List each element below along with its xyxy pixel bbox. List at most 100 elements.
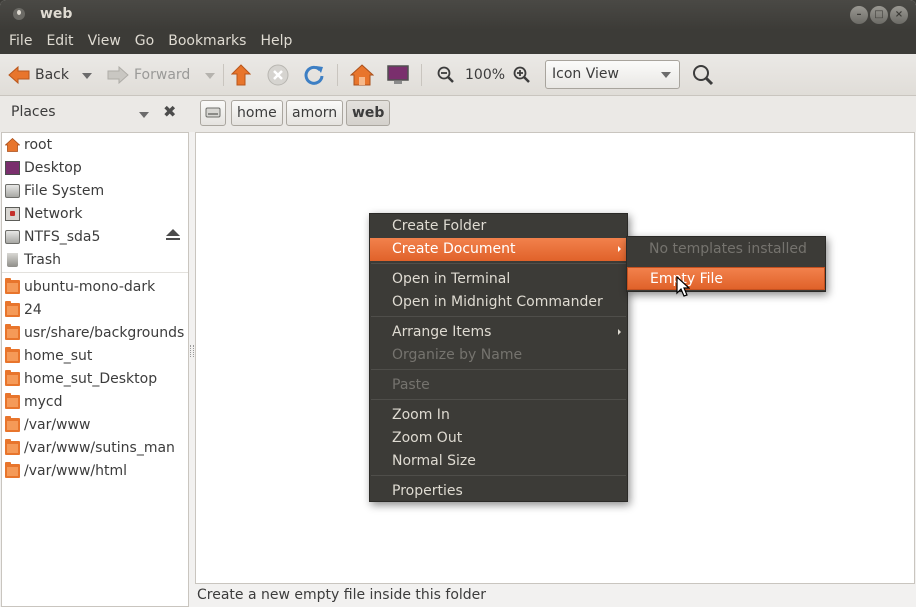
reload-button[interactable]: [303, 54, 325, 96]
sidebar-item-bookmark[interactable]: home_sut: [2, 345, 188, 368]
maximize-icon[interactable]: □: [870, 6, 888, 24]
sidebar-item-label: NTFS_sda5: [24, 229, 101, 245]
menu-separator: [371, 475, 626, 476]
sidebar-item-bookmark[interactable]: mycd: [2, 391, 188, 414]
sidebar-item-bookmark[interactable]: /var/www/sutins_man: [2, 437, 188, 460]
stop-button[interactable]: [267, 54, 289, 96]
sidebar-item-label: Trash: [24, 252, 61, 268]
sidebar-title[interactable]: Places: [11, 104, 56, 120]
close-sidebar-icon[interactable]: ✖: [163, 102, 176, 121]
submenu-item-empty-file[interactable]: Empty File: [627, 267, 825, 290]
close-icon[interactable]: ×: [890, 6, 908, 24]
menu-item-create-folder[interactable]: Create Folder: [370, 215, 627, 238]
menu-help[interactable]: Help: [253, 30, 299, 54]
folder-icon: [5, 278, 20, 294]
sidebar-item-label: Network: [24, 206, 83, 222]
menu-go[interactable]: Go: [128, 30, 161, 54]
drive-icon: [5, 184, 20, 198]
back-button[interactable]: Back: [8, 54, 69, 96]
menu-item-normal-size[interactable]: Normal Size: [370, 450, 627, 473]
menu-item-create-document[interactable]: Create Document: [370, 238, 627, 261]
menu-item-zoom-in[interactable]: Zoom In: [370, 404, 627, 427]
submenu-arrow-icon: [618, 329, 621, 335]
menu-file[interactable]: File: [2, 30, 39, 54]
menu-item-label: Create Document: [392, 241, 516, 257]
sidebar-item-trash[interactable]: Trash: [2, 249, 188, 272]
menu-item-open-midnight-commander[interactable]: Open in Midnight Commander: [370, 291, 627, 314]
home-folder-icon: [5, 138, 20, 152]
sidebar-item-root[interactable]: root: [2, 134, 188, 157]
window-controls: – □ ×: [850, 6, 908, 24]
menu-item-properties[interactable]: Properties: [370, 480, 627, 503]
up-arrow-icon: [231, 64, 251, 86]
menu-edit[interactable]: Edit: [39, 30, 80, 54]
sidebar-item-label: /var/www/html: [24, 463, 128, 479]
zoom-in-icon: [513, 66, 530, 83]
sidebar-item-network[interactable]: Network: [2, 203, 188, 226]
zoom-in-button[interactable]: [513, 54, 531, 96]
menu-item-paste[interactable]: Paste: [370, 374, 627, 397]
breadcrumb-root-drive[interactable]: [200, 100, 226, 126]
sidebar-item-bookmark[interactable]: home_sut_Desktop: [2, 368, 188, 391]
back-history-dropdown[interactable]: [82, 73, 92, 79]
menu-bookmarks[interactable]: Bookmarks: [161, 30, 253, 54]
reload-icon: [304, 65, 324, 85]
sidebar-item-label: home_sut_Desktop: [24, 371, 158, 387]
network-icon: [5, 207, 20, 221]
sidebar-item-label: Desktop: [24, 160, 82, 176]
chevron-down-icon: [661, 72, 671, 78]
location-bar: Places: [0, 96, 916, 132]
menu-item-open-terminal[interactable]: Open in Terminal: [370, 268, 627, 291]
search-button[interactable]: [692, 54, 714, 96]
menu-item-arrange-items[interactable]: Arrange Items: [370, 321, 627, 344]
zoom-level[interactable]: 100%: [465, 54, 505, 96]
sidebar-item-bookmark[interactable]: /var/www/html: [2, 460, 188, 483]
sidebar-item-label: home_sut: [24, 348, 93, 364]
app-menu-icon[interactable]: [13, 8, 25, 20]
menu-item-label: Arrange Items: [392, 324, 492, 340]
sidebar-item-bookmark[interactable]: usr/share/backgrounds: [2, 322, 188, 345]
computer-icon: [387, 65, 409, 84]
sidebar-item-label: File System: [24, 183, 105, 199]
mouse-cursor-icon: [676, 276, 690, 297]
forward-button[interactable]: Forward: [107, 54, 190, 96]
folder-icon: [5, 416, 20, 432]
view-mode-select[interactable]: Icon View: [545, 60, 680, 89]
menu-separator: [371, 369, 626, 370]
submenu-item-no-templates[interactable]: No templates installed: [627, 238, 825, 261]
status-bar: Create a new empty file inside this fold…: [197, 587, 487, 603]
home-button[interactable]: [350, 54, 374, 96]
forward-history-dropdown[interactable]: [205, 73, 215, 79]
forward-label: Forward: [134, 67, 191, 83]
minimize-icon[interactable]: –: [850, 6, 868, 24]
breadcrumb-home[interactable]: home: [231, 100, 283, 126]
sidebar-item-bookmark[interactable]: 24: [2, 299, 188, 322]
up-button[interactable]: [231, 54, 251, 96]
submenu-arrow-icon: [618, 246, 621, 252]
sidebar-item-label: /var/www/sutins_man: [24, 440, 175, 456]
drive-icon: [205, 107, 221, 118]
eject-icon[interactable]: [166, 229, 180, 240]
sidebar-item-desktop[interactable]: Desktop: [2, 157, 188, 180]
sidebar-item-ntfs-sda5[interactable]: NTFS_sda5: [2, 226, 188, 249]
zoom-out-button[interactable]: [437, 54, 455, 96]
search-icon: [693, 65, 714, 86]
window-title: web: [40, 6, 73, 22]
sidebar-item-bookmark[interactable]: /var/www: [2, 414, 188, 437]
sidebar-item-file-system[interactable]: File System: [2, 180, 188, 203]
menu-item-organize-by-name[interactable]: Organize by Name: [370, 344, 627, 367]
sidebar-dropdown-icon[interactable]: [139, 112, 149, 118]
forward-arrow-icon: [107, 66, 129, 84]
toolbar-separator: [223, 64, 224, 86]
pane-resize-handle[interactable]: [190, 345, 194, 357]
home-icon: [350, 64, 374, 86]
menu-view[interactable]: View: [81, 30, 128, 54]
sidebar-item-bookmark[interactable]: ubuntu-mono-dark: [2, 276, 188, 299]
folder-icon: [5, 324, 20, 340]
computer-button[interactable]: [386, 54, 410, 96]
folder-icon: [5, 439, 20, 455]
breadcrumb-web[interactable]: web: [346, 100, 391, 126]
breadcrumb-amorn[interactable]: amorn: [286, 100, 344, 126]
menu-item-zoom-out[interactable]: Zoom Out: [370, 427, 627, 450]
sidebar-item-label: usr/share/backgrounds: [24, 325, 185, 341]
